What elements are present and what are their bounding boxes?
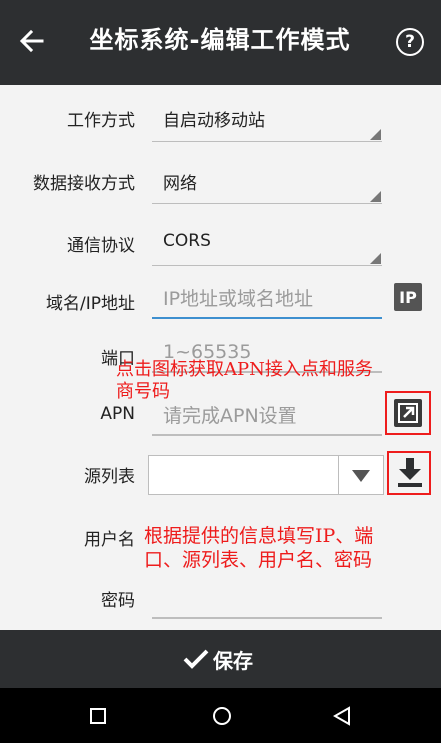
domain-ip-underline [152, 317, 382, 319]
save-button[interactable]: 保存 [0, 630, 441, 688]
fill-annotation-line1: 根据提供的信息填写IP、端 [144, 525, 374, 547]
back-triangle-icon[interactable] [333, 706, 351, 726]
page-title: 坐标系统-编辑工作模式 [89, 26, 351, 54]
protocol-dropdown-icon[interactable] [370, 253, 381, 264]
work-mode-dropdown-icon[interactable] [370, 129, 381, 140]
password-input[interactable] [152, 617, 382, 619]
fill-info-annotation: 根据提供的信息填写IP、端 口、源列表、用户名、密码 [144, 524, 440, 572]
apn-label: APN [100, 404, 135, 424]
domain-ip-label: 域名/IP地址 [46, 294, 135, 314]
caret-down-icon[interactable] [352, 470, 370, 482]
work-mode-spinner-underline [152, 141, 382, 142]
apn-annotation-line1: 点击图标获取APN接入点和服务 [116, 359, 373, 380]
apn-input[interactable]: 请完成APN设置 [163, 401, 297, 428]
download-icon[interactable] [396, 457, 424, 489]
save-label: 保存 [213, 648, 253, 673]
work-mode-value[interactable]: 自启动移动站 [163, 106, 265, 131]
app-bar: 坐标系统-编辑工作模式 ? [0, 0, 441, 85]
data-receive-dropdown-icon[interactable] [370, 191, 381, 202]
work-mode-form: 工作方式 自启动移动站 数据接收方式 网络 通信协议 CORS 域名/IP地址 … [0, 85, 441, 630]
data-receive-label: 数据接收方式 [33, 174, 135, 194]
save-button-content: 保存 [183, 644, 253, 674]
system-navigation-bar [0, 688, 441, 743]
home-icon[interactable] [212, 706, 232, 726]
protocol-label: 通信协议 [67, 236, 135, 256]
protocol-spinner-underline [152, 265, 382, 266]
recent-apps-icon[interactable] [90, 708, 106, 724]
apn-open-icon[interactable] [394, 399, 422, 427]
data-receive-spinner-underline [152, 203, 382, 204]
username-input[interactable] [152, 557, 382, 559]
ip-badge-text: IP [399, 288, 417, 307]
work-mode-label: 工作方式 [67, 111, 135, 131]
source-table-label: 源列表 [84, 467, 135, 487]
source-table-select[interactable] [148, 455, 384, 495]
data-receive-value[interactable]: 网络 [163, 169, 197, 194]
fill-annotation-line2: 口、源列表、用户名、密码 [144, 549, 373, 571]
help-icon[interactable]: ? [396, 28, 424, 56]
check-icon [183, 649, 209, 669]
source-table-divider [338, 456, 339, 494]
protocol-value[interactable]: CORS [163, 231, 211, 251]
back-arrow-icon[interactable] [18, 27, 46, 55]
password-label: 密码 [101, 591, 135, 611]
apn-underline [152, 434, 382, 436]
domain-ip-input[interactable]: IP地址或域名地址 [163, 284, 313, 311]
ip-icon[interactable]: IP [394, 283, 422, 311]
username-label: 用户名 [84, 530, 135, 550]
